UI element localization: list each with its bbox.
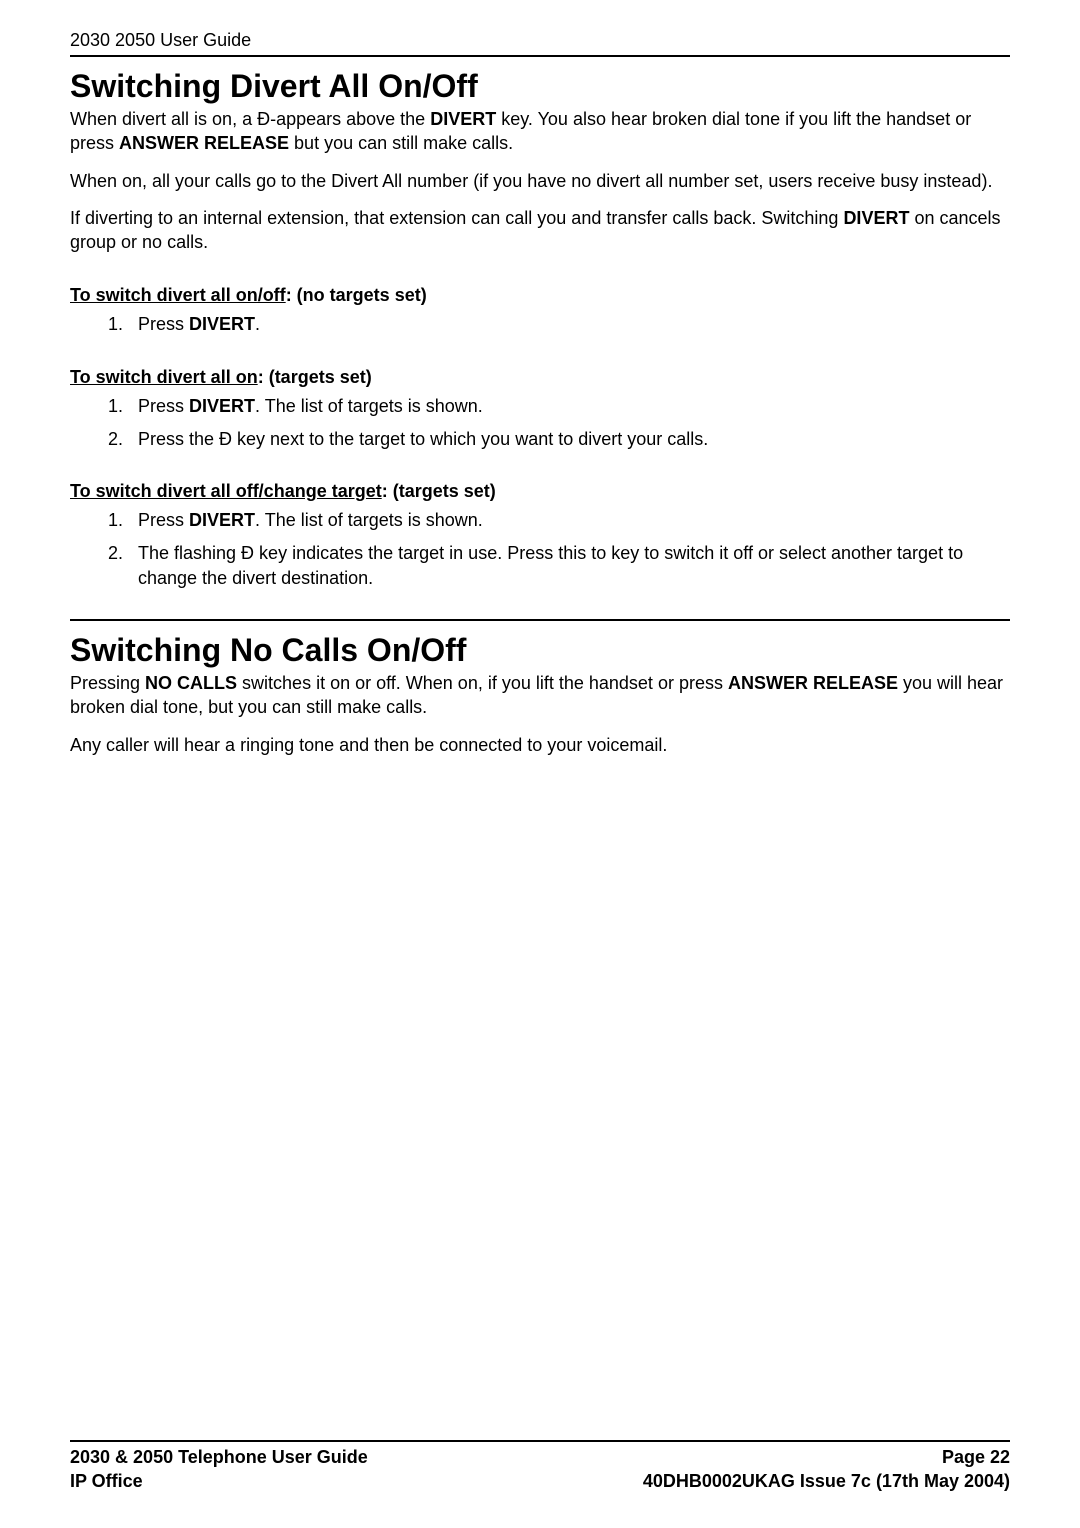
page-container: 2030 2050 User Guide Switching Divert Al… [0,0,1080,1528]
subheading-rest: : (targets set) [382,481,496,501]
subheading-rest: : (targets set) [258,367,372,387]
divert-paragraph-2: When on, all your calls go to the Divert… [70,170,1010,194]
list-item: Press DIVERT. The list of targets is sho… [128,508,1010,533]
text: but you can still make calls. [289,133,513,153]
page-footer: 2030 & 2050 Telephone User Guide Page 22… [70,1440,1010,1493]
subheading-underline: To switch divert all on/off [70,285,286,305]
header-title: 2030 2050 User Guide [70,30,1010,51]
nocalls-paragraph-2: Any caller will hear a ringing tone and … [70,734,1010,758]
footer-left-2: IP Office [70,1470,143,1493]
text: Pressing [70,673,145,693]
steps-list-2: Press DIVERT. The list of targets is sho… [70,394,1010,452]
text: Press [138,510,189,530]
subheading-off-change-target: To switch divert all off/change target: … [70,481,1010,502]
text: When divert all is on, a Ð-appears above… [70,109,430,129]
divert-paragraph-3: If diverting to an internal extension, t… [70,207,1010,255]
bold-divert: DIVERT [189,396,255,416]
subheading-underline: To switch divert all off/change target [70,481,382,501]
bold-divert: DIVERT [843,208,909,228]
bold-divert: DIVERT [189,510,255,530]
subheading-underline: To switch divert all on [70,367,258,387]
footer-rule [70,1440,1010,1442]
text: If diverting to an internal extension, t… [70,208,843,228]
text: Press [138,396,189,416]
subheading-onoff-notargets: To switch divert all on/off: (no targets… [70,285,1010,306]
divert-paragraph-1: When divert all is on, a Ð-appears above… [70,108,1010,156]
subheading-on-targets: To switch divert all on: (targets set) [70,367,1010,388]
footer-line-1: 2030 & 2050 Telephone User Guide Page 22 [70,1446,1010,1469]
text: . The list of targets is shown. [255,396,483,416]
nocalls-paragraph-1: Pressing NO CALLS switches it on or off.… [70,672,1010,720]
bold-divert: DIVERT [189,314,255,334]
subheading-rest: : (no targets set) [286,285,427,305]
text: . [255,314,260,334]
section-heading-divert: Switching Divert All On/Off [70,69,1010,104]
footer-line-2: IP Office 40DHB0002UKAG Issue 7c (17th M… [70,1470,1010,1493]
list-item: Press DIVERT. The list of targets is sho… [128,394,1010,419]
bold-divert: DIVERT [430,109,496,129]
list-item: Press DIVERT. [128,312,1010,337]
steps-list-3: Press DIVERT. The list of targets is sho… [70,508,1010,590]
text: switches it on or off. When on, if you l… [237,673,728,693]
footer-right-2: 40DHB0002UKAG Issue 7c (17th May 2004) [643,1470,1010,1493]
section-divider [70,619,1010,621]
bold-no-calls: NO CALLS [145,673,237,693]
footer-right-1: Page 22 [942,1446,1010,1469]
bold-answer-release: ANSWER RELEASE [119,133,289,153]
list-item: Press the Ð key next to the target to wh… [128,427,1010,452]
text: . The list of targets is shown. [255,510,483,530]
bold-answer-release: ANSWER RELEASE [728,673,898,693]
steps-list-1: Press DIVERT. [70,312,1010,337]
section-heading-nocalls: Switching No Calls On/Off [70,633,1010,668]
header-rule [70,55,1010,57]
text: Press [138,314,189,334]
footer-left-1: 2030 & 2050 Telephone User Guide [70,1446,368,1469]
list-item: The flashing Ð key indicates the target … [128,541,1010,591]
